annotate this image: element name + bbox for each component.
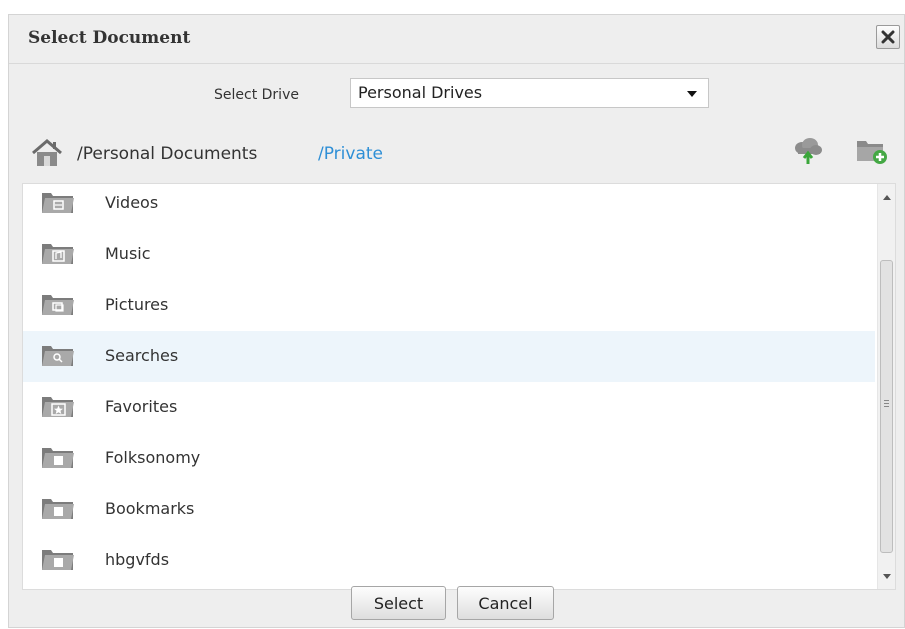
scroll-down-arrow-icon[interactable] <box>883 574 891 579</box>
list-item[interactable]: Music <box>23 229 875 280</box>
folder-label: Videos <box>105 193 159 212</box>
dialog-titlebar: Select Document <box>9 15 904 64</box>
folder-label: hbgvfds <box>105 550 170 569</box>
searches-folder-icon <box>42 346 74 366</box>
select-drive-label: Select Drive <box>214 87 299 103</box>
new-folder-icon[interactable] <box>855 135 889 165</box>
grip-line <box>884 400 889 401</box>
list-item[interactable]: hbgvfds <box>23 535 875 586</box>
folder-label: Folksonomy <box>105 448 201 467</box>
home-icon[interactable] <box>31 138 63 168</box>
upload-cloud-icon[interactable] <box>793 136 823 166</box>
select-button[interactable]: Select <box>351 586 446 620</box>
folder-label: Bookmarks <box>105 499 195 518</box>
list-item[interactable]: Searches <box>23 331 875 382</box>
folder-label: Music <box>105 244 151 263</box>
list-item[interactable]: Pictures <box>23 280 875 331</box>
folder-list: Videos Music Pictures Searches Favorites… <box>22 183 896 590</box>
scrollbar-thumb[interactable] <box>880 260 893 553</box>
breadcrumb: /Personal Documents /Private <box>9 133 904 173</box>
music-folder-icon <box>42 244 74 264</box>
grip-line <box>884 403 889 404</box>
dialog-footer: Select Cancel <box>9 583 904 629</box>
list-item[interactable]: Favorites <box>23 382 875 433</box>
folder-label: Pictures <box>105 295 169 314</box>
drive-row: Select Drive Personal Drives <box>9 76 904 112</box>
select-document-dialog: Select Document Select Drive Personal Dr… <box>8 14 905 628</box>
list-item[interactable]: Videos <box>23 184 875 229</box>
drive-select-value: Personal Drives <box>358 83 483 102</box>
vertical-scrollbar[interactable] <box>877 184 895 589</box>
cancel-button[interactable]: Cancel <box>457 586 554 620</box>
folder-label: Favorites <box>105 397 178 416</box>
grip-line <box>884 406 889 407</box>
chevron-down-icon <box>687 91 697 97</box>
breadcrumb-root[interactable]: /Personal Documents <box>77 144 257 164</box>
close-button[interactable] <box>876 25 900 49</box>
folder-label: Searches <box>105 346 179 365</box>
list-item[interactable]: Bookmarks <box>23 484 875 535</box>
videos-folder-icon <box>42 193 74 213</box>
dialog-title: Select Document <box>28 28 191 48</box>
list-item[interactable]: Folksonomy <box>23 433 875 484</box>
breadcrumb-current[interactable]: /Private <box>318 144 383 164</box>
folder-icon <box>42 550 74 570</box>
folder-rows: Videos Music Pictures Searches Favorites… <box>23 184 875 586</box>
close-icon <box>881 30 895 44</box>
folder-icon <box>42 499 74 519</box>
pictures-folder-icon <box>42 295 74 315</box>
scroll-up-arrow-icon[interactable] <box>883 195 891 200</box>
folder-icon <box>42 448 74 468</box>
favorites-folder-icon <box>42 397 74 417</box>
drive-select[interactable]: Personal Drives <box>350 78 709 108</box>
